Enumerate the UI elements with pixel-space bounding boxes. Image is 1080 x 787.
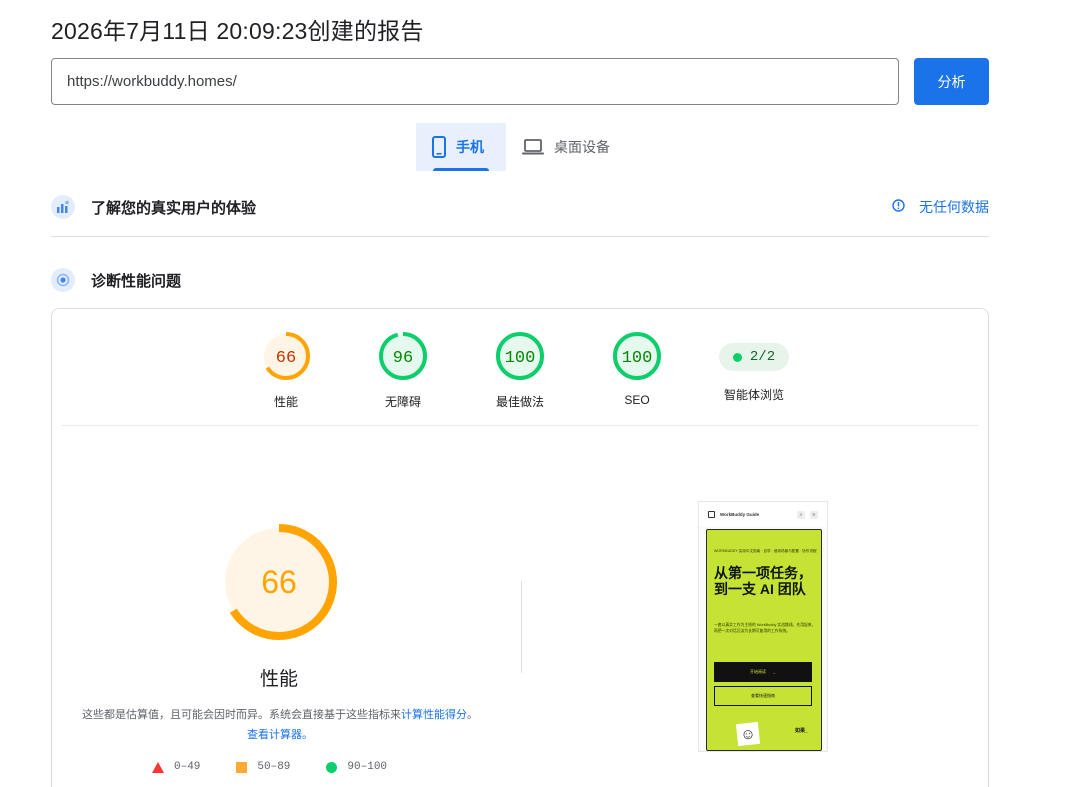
smiley-sticker-icon: ☺ [735,721,761,747]
preview-headline: 从第一项任务，到一支 AI 团队 [714,565,812,597]
tab-desktop-label: 桌面设备 [554,139,610,155]
no-data-link[interactable]: 无任何数据 [892,197,989,217]
field-data-section: 了解您的真实用户的体验 无任何数据 [51,195,989,219]
gauge-best-practices[interactable]: 100 最佳做法 [470,331,570,410]
gauge-performance-score: 66 [276,349,296,368]
field-data-title: 了解您的真实用户的体验 [91,199,257,217]
agent-label: 智能体浏览 [723,388,784,402]
view-calculator-link[interactable]: 查看计算器。 [247,729,313,741]
preview-primary-button: 开始阅读 → [714,662,812,682]
lighthouse-icon [51,268,75,292]
desc-sep: 。 [467,709,478,721]
url-input[interactable] [51,58,899,105]
performance-description: 这些都是估算值，且可能会因时而异。系统会直接基于这些指标来计算性能得分。查看计算… [82,705,478,745]
gauge-accessibility-label: 无障碍 [384,395,421,409]
legend-average: 50–89 [236,761,290,773]
preview-brand: WorkBuddy Guide [720,512,760,517]
preview-body: 一套以真实工作为主线的 WorkBuddy 实战路线。先用起来，再把一次对话沉淀… [714,623,816,633]
desc-text: 这些都是估算值，且可能会因时而异。系统会直接基于这些指标来 [82,709,401,721]
section-divider [51,236,989,237]
preview-menu-icon: ≡ [810,510,818,519]
analyze-button[interactable]: 分析 [914,58,989,105]
preview-secondary-button: 查看快速指南 [714,686,812,706]
laptop-icon [522,139,544,155]
device-tabs: 手机 桌面设备 [416,123,626,171]
no-data-label: 无任何数据 [919,199,989,215]
circle-icon [326,761,338,773]
gauge-accessibility[interactable]: 96 无障碍 [353,331,453,410]
score-legend: 0–49 50–89 90–100 [152,761,423,773]
agent-browsing[interactable]: 2/2 智能体浏览 [704,331,804,403]
gauge-seo-score: 100 [622,349,653,368]
tab-mobile-label: 手机 [456,139,484,155]
tab-mobile[interactable]: 手机 [416,123,506,171]
vertical-separator [521,581,522,673]
diagnostics-title: 诊断性能问题 [91,272,182,290]
users-chart-icon [51,195,75,219]
gauge-best-practices-label: 最佳做法 [495,395,544,409]
tab-desktop[interactable]: 桌面设备 [506,123,626,171]
performance-big-gauge: 66 [221,524,337,640]
page-screenshot-preview[interactable]: WorkBuddy Guide ⌕ ≡ WORKBUDDY 实用中文指南 · 自… [698,501,828,752]
diagnostics-section: 诊断性能问题 [51,268,989,292]
gauge-seo-label: SEO [624,393,650,407]
gauge-best-practices-score: 100 [505,349,536,368]
gauge-accessibility-score: 96 [393,349,413,368]
gauge-best-practices-ring: 100 [496,332,544,380]
smartphone-icon [432,136,446,158]
square-icon [236,761,248,773]
report-title: 2026年7月11日 20:09:23创建的报告 [51,18,424,44]
preview-footer-text: 如果_ [795,728,808,734]
legend-pass-range: 90–100 [347,761,388,773]
preview-tag: WORKBUDDY 实用中文指南 · 自学 · 使用场景与配置 · 协作流程 [714,549,817,553]
gauge-accessibility-ring: 96 [379,332,427,380]
arrow-right-icon: → [772,669,776,675]
legend-pass: 90–100 [326,761,387,773]
legend-fail: 0–49 [152,761,200,773]
performance-big-score: 66 [261,564,297,600]
info-icon [892,199,905,215]
gauge-seo[interactable]: 100 SEO [587,331,687,407]
preview-logo-icon [708,511,715,518]
gauge-performance-label: 性能 [273,395,298,409]
preview-hero: WORKBUDDY 实用中文指南 · 自学 · 使用场景与配置 · 协作流程 从… [706,529,822,751]
card-divider [62,425,978,426]
gauge-performance[interactable]: 66 性能 [236,331,336,410]
gauge-performance-ring: 66 [262,332,310,380]
triangle-icon [152,761,164,773]
performance-big-label: 性能 [259,669,298,690]
preview-search-icon: ⌕ [797,510,805,519]
pass-dot-icon [732,352,742,362]
gauge-seo-ring: 100 [613,332,661,380]
preview-header: WorkBuddy Guide ⌕ ≡ [699,502,827,527]
lighthouse-report-card: 66 性能 96 无障碍 100 最佳做法 100 SEO 2/2 智能体浏览 … [51,308,989,787]
agent-pill: 2/2 [719,343,789,371]
legend-fail-range: 0–49 [174,761,201,773]
calc-score-link[interactable]: 计算性能得分 [401,709,467,721]
agent-value: 2/2 [749,349,776,365]
legend-average-range: 50–89 [257,761,291,773]
